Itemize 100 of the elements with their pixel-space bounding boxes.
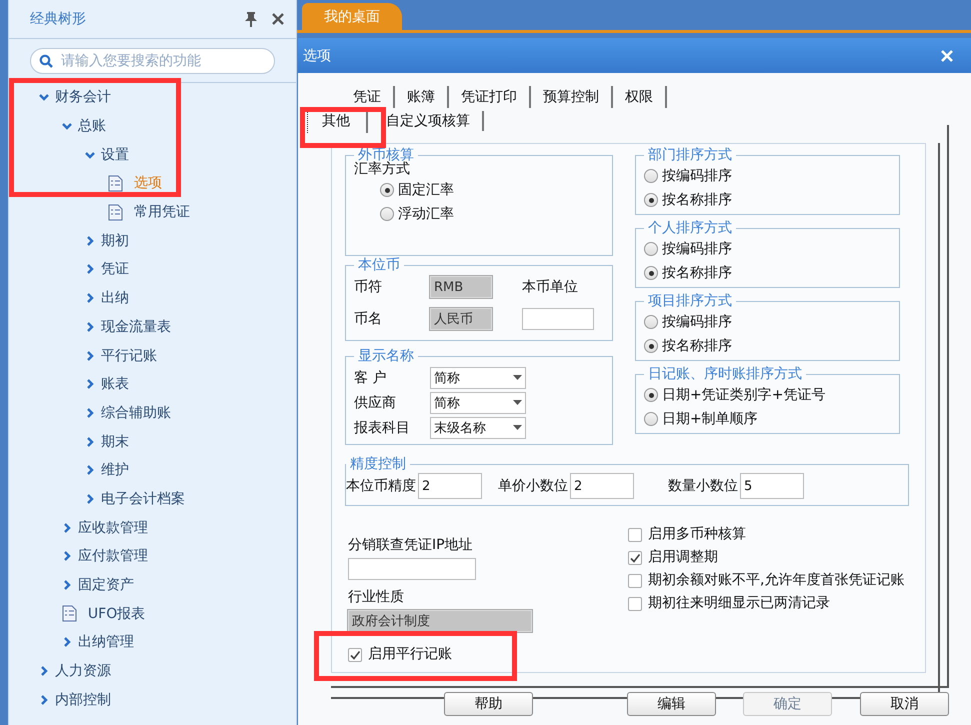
option-label: 按编码排序 <box>662 240 732 258</box>
checkbox[interactable] <box>348 648 362 662</box>
text-field[interactable] <box>522 308 594 330</box>
radio-button[interactable] <box>644 242 658 256</box>
chevron-down-icon[interactable] <box>84 150 95 160</box>
dropdown[interactable]: 末级名称 <box>430 416 526 438</box>
number-field[interactable]: 2 <box>570 473 634 499</box>
chevron-right-icon[interactable] <box>84 408 95 418</box>
chevron-right-icon[interactable] <box>84 436 95 447</box>
dialog-button[interactable]: 编辑 <box>627 692 716 716</box>
chevron-right-icon[interactable] <box>84 264 95 274</box>
group-title: 项目排序方式 <box>647 292 733 310</box>
panel-title: 经典树形 <box>30 10 87 28</box>
tab[interactable]: 账簿 <box>395 86 449 108</box>
chevron-right-icon[interactable] <box>62 637 72 648</box>
tab[interactable]: 其他 <box>307 111 368 133</box>
option-label: 按名称排序 <box>662 337 732 355</box>
radio-button[interactable] <box>380 207 394 221</box>
field-label: 单价小数位 <box>498 477 568 495</box>
tree-item[interactable]: 出纳管理 <box>78 633 134 652</box>
tree-item[interactable]: 设置 <box>100 146 129 164</box>
tab[interactable]: 权限 <box>613 86 667 108</box>
chevron-right-icon[interactable] <box>38 694 49 705</box>
tree-item[interactable]: 应收款管理 <box>78 518 148 537</box>
checkbox[interactable] <box>628 596 642 610</box>
dropdown[interactable]: 简称 <box>430 392 526 414</box>
field-label: 本币单位 <box>521 278 579 296</box>
text-field[interactable] <box>348 558 476 580</box>
chevron-right-icon[interactable] <box>84 293 95 304</box>
tree-item[interactable]: 期末 <box>100 432 129 451</box>
chevron-right-icon[interactable] <box>84 465 95 476</box>
pin-icon[interactable] <box>244 11 258 27</box>
radio-button[interactable] <box>644 388 658 402</box>
dialog-button[interactable]: 取消 <box>860 692 949 716</box>
search-icon <box>38 54 53 68</box>
option-label: 浮动汇率 <box>398 205 454 223</box>
document-icon <box>62 605 77 622</box>
radio-button[interactable] <box>644 266 658 280</box>
search-field[interactable]: 请输入您要搜索的功能 <box>30 48 275 74</box>
tree-item[interactable]: 维护 <box>100 461 129 480</box>
dialog-button[interactable]: 帮助 <box>444 692 533 716</box>
tree-item[interactable]: 期初 <box>100 232 129 250</box>
tree-item[interactable]: 固定资产 <box>78 576 134 594</box>
group-title: 部门排序方式 <box>647 146 733 164</box>
chevron-right-icon[interactable] <box>84 379 95 390</box>
tree-item[interactable]: 电子会计档案 <box>100 490 185 508</box>
option-label: 按名称排序 <box>662 191 732 209</box>
tree-item[interactable]: 常用凭证 <box>134 203 190 222</box>
tree-item[interactable]: 应付款管理 <box>78 547 148 566</box>
tree-item[interactable]: 内部控制 <box>54 690 111 709</box>
checkbox-label: 期初往来明细显示已两清记录 <box>648 595 830 612</box>
chevron-right-icon[interactable] <box>62 522 72 533</box>
group-title: 显示名称 <box>357 347 415 365</box>
number-field[interactable]: 2 <box>418 473 482 499</box>
chevron-right-icon[interactable] <box>84 322 95 332</box>
number-field[interactable]: 5 <box>740 473 804 499</box>
checkbox[interactable] <box>628 550 642 564</box>
document-icon <box>108 204 123 221</box>
radio-button[interactable] <box>644 193 658 207</box>
tree-item[interactable]: 账表 <box>100 375 129 394</box>
tree-item[interactable]: 综合辅助账 <box>100 404 171 422</box>
group-title: 日记账、序时账排序方式 <box>647 365 803 383</box>
radio-button[interactable] <box>644 169 658 183</box>
radio-button[interactable] <box>644 412 658 426</box>
option-label: 按编码排序 <box>662 167 732 185</box>
tab[interactable]: 凭证打印 <box>449 86 531 108</box>
chevron-down-icon[interactable] <box>38 92 49 102</box>
checkbox[interactable] <box>628 528 642 542</box>
chevron-right-icon[interactable] <box>38 666 49 676</box>
chevron-right-icon[interactable] <box>84 350 95 361</box>
field-label: 客 户 <box>354 368 388 386</box>
tree-item[interactable]: 现金流量表 <box>100 318 171 336</box>
checkbox-label: 启用调整期 <box>648 549 718 566</box>
field-label: 币符 <box>354 278 383 296</box>
checkbox-label: 期初余额对账不平,允许年度首张凭证记账 <box>648 572 904 589</box>
option-label: 日期+凭证类别字+凭证号 <box>662 386 826 404</box>
tree-item[interactable]: 平行记账 <box>100 346 157 365</box>
tree-item[interactable]: 财务会计 <box>54 88 111 106</box>
chevron-right-icon[interactable] <box>84 494 95 504</box>
tree-item[interactable]: UFO报表 <box>88 604 146 623</box>
checkbox[interactable] <box>628 574 642 588</box>
caret-icon <box>513 425 522 430</box>
chevron-right-icon[interactable] <box>62 551 72 562</box>
tree-item[interactable]: 出纳 <box>100 289 129 308</box>
tree-item[interactable]: 人力资源 <box>54 662 111 680</box>
close-icon[interactable] <box>272 13 284 25</box>
chevron-right-icon[interactable] <box>62 580 72 590</box>
dropdown[interactable]: 简称 <box>430 366 526 388</box>
chevron-right-icon[interactable] <box>84 236 95 246</box>
tab[interactable]: 自定义项核算 <box>374 111 484 131</box>
tree-item[interactable]: 总账 <box>78 117 106 136</box>
tree-item[interactable]: 凭证 <box>100 260 129 278</box>
tab[interactable]: 预算控制 <box>531 86 613 108</box>
checkbox-label: 启用平行记账 <box>368 646 452 663</box>
radio-button[interactable] <box>380 183 394 197</box>
caret-icon <box>513 375 522 380</box>
chevron-down-icon[interactable] <box>62 121 72 132</box>
radio-button[interactable] <box>644 339 658 353</box>
tab[interactable]: 凭证 <box>341 86 395 108</box>
radio-button[interactable] <box>644 315 658 329</box>
